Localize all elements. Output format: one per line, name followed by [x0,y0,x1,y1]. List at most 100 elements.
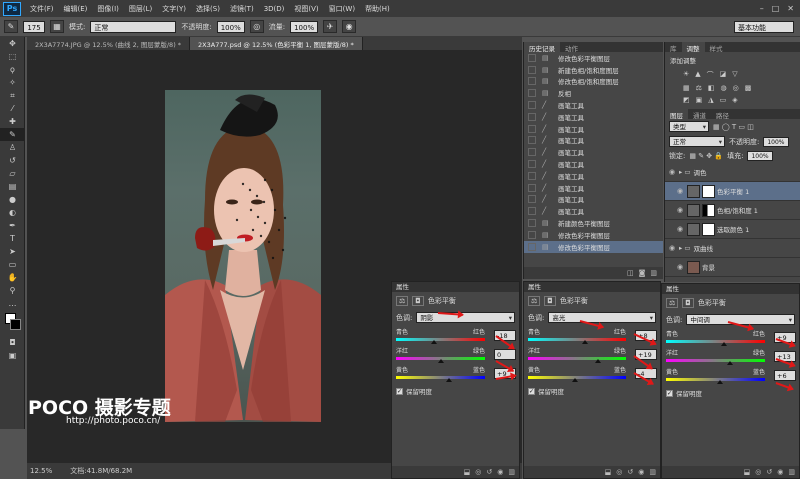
history-source-checkbox[interactable] [528,207,536,216]
visibility-eye-icon[interactable]: ◉ [665,244,679,252]
history-item[interactable]: ╱ 画笔工具 [524,170,663,182]
slider-track[interactable] [666,359,765,365]
lasso-tool-icon[interactable]: ϙ [0,63,25,76]
preserve-luminosity-checkbox[interactable]: ✓ [666,389,673,397]
history-source-checkbox[interactable] [528,183,536,192]
slider-track[interactable] [396,376,485,382]
visibility-eye-icon[interactable]: ◉ [673,225,687,233]
menu-help[interactable]: 帮助(H) [360,4,395,14]
color-balance-icon[interactable]: ⚖ [696,84,702,92]
tone-select[interactable]: 中间调 [686,314,795,326]
folder-icon[interactable]: ▸ ▭ [679,244,690,252]
history-item[interactable]: ╱ 画笔工具 [524,205,663,217]
menu-edit[interactable]: 编辑(E) [59,4,93,14]
photo-filter-icon[interactable]: ◍ [721,84,727,92]
vibrance-icon[interactable]: ▽ [732,70,737,80]
quick-mask-icon[interactable]: ◘ [0,336,25,349]
history-source-checkbox[interactable] [528,195,536,204]
history-source-checkbox[interactable] [528,77,536,86]
pressure-size-icon[interactable]: ◉ [342,20,357,33]
shape-tool-icon[interactable]: ▭ [0,258,25,271]
exposure-icon[interactable]: ◪ [720,70,727,80]
history-item[interactable]: ▤ 修改色彩平衡图层 [524,52,663,64]
marquee-tool-icon[interactable]: ⬚ [0,50,25,63]
view-previous-icon[interactable]: ◎ [755,468,761,476]
slider-thumb[interactable] [572,378,579,382]
tab-history[interactable]: 历史记录 [524,42,560,53]
filter-icons[interactable]: ▦ ◯ T ▭ ◫ [713,123,754,131]
dodge-tool-icon[interactable]: ◐ [0,206,25,219]
layer-row[interactable]: ◉ ▸ ▭ 双曲线 [665,239,800,258]
preserve-luminosity-checkbox[interactable]: ✓ [528,387,535,395]
close-button[interactable]: ✕ [787,4,794,13]
preserve-luminosity-checkbox[interactable]: ✓ [396,387,403,395]
history-item[interactable]: ▤ 修改色彩平衡图层 [524,240,663,253]
slider-track[interactable] [396,338,485,344]
history-item[interactable]: ╱ 画笔工具 [524,158,663,170]
visibility-icon[interactable]: ◉ [777,468,783,476]
trash-icon[interactable]: ▥ [788,468,795,476]
menu-image[interactable]: 图像(I) [92,4,124,14]
new-snapshot-icon[interactable]: ◫ [627,269,634,277]
workspace-select[interactable]: 基本功能 [734,20,794,33]
tab-channels[interactable]: 通道 [688,109,711,120]
layer-kind-select[interactable]: 类型 [669,121,709,133]
history-source-checkbox[interactable] [528,219,536,228]
slider-thumb[interactable] [446,378,453,382]
tab-document-1[interactable]: 2X3A7774.JPG @ 12.5% (曲线 2, 图层蒙版/8) * [27,37,191,50]
visibility-icon[interactable]: ◉ [638,468,644,476]
menu-window[interactable]: 窗口(W) [324,4,360,14]
reset-icon[interactable]: ↺ [627,468,633,476]
channel-mixer-icon[interactable]: ◎ [733,84,739,92]
brush-panel-icon[interactable]: ▦ [50,20,64,33]
maximize-button[interactable]: □ [772,4,780,13]
history-item[interactable]: ╱ 画笔工具 [524,182,663,194]
tab-adjustments[interactable]: 调整 [681,42,705,53]
canvas-photo[interactable] [165,90,321,422]
slider-thumb[interactable] [717,380,724,384]
path-select-tool-icon[interactable]: ➤ [0,245,25,258]
layer-opacity-input[interactable]: 100% [763,136,789,147]
menu-select[interactable]: 选择(S) [191,4,225,14]
history-source-checkbox[interactable] [528,89,536,98]
menu-type[interactable]: 文字(Y) [157,4,191,14]
layer-mask-thumbnail[interactable] [702,222,715,236]
trash-icon[interactable]: ▥ [508,468,515,476]
clip-icon[interactable]: ⬓ [464,468,471,476]
healing-tool-icon[interactable]: ✚ [0,115,25,128]
folder-icon[interactable]: ▸ ▭ [679,168,690,176]
blend-mode-select[interactable]: 正常 [669,136,725,148]
layer-mask-thumbnail[interactable] [702,184,715,198]
menu-file[interactable]: 文件(F) [25,4,59,14]
menu-view[interactable]: 视图(V) [289,4,323,14]
visibility-eye-icon[interactable]: ◉ [665,168,679,176]
history-source-checkbox[interactable] [528,160,536,169]
layer-row[interactable]: ◉ 背景 [665,258,800,277]
history-source-checkbox[interactable] [528,53,536,62]
zoom-tool-icon[interactable]: ⚲ [0,284,25,297]
airbrush-icon[interactable]: ✈ [323,20,338,33]
flow-input[interactable]: 100% [290,20,319,33]
clip-icon[interactable]: ⬓ [605,468,612,476]
more-tools-icon[interactable]: … [0,297,25,310]
history-item[interactable]: ╱ 画笔工具 [524,194,663,206]
slider-track[interactable] [666,340,765,346]
pen-tool-icon[interactable]: ✒ [0,219,25,232]
mask-icon[interactable]: ◘ [412,296,424,306]
tab-layers[interactable]: 图层 [665,109,688,120]
history-item[interactable]: ╱ 画笔工具 [524,146,663,158]
history-item[interactable]: ╱ 画笔工具 [524,99,663,111]
history-source-checkbox[interactable] [528,65,536,74]
slider-track[interactable] [666,378,765,384]
visibility-eye-icon[interactable]: ◉ [673,263,687,271]
history-source-checkbox[interactable] [528,136,536,145]
slider-value-input[interactable]: +6 [774,370,796,381]
brightness-icon[interactable]: ☀ [683,70,689,80]
lock-icons[interactable]: ▦ ✎ ✥ 🔒 [689,152,723,160]
camera-icon[interactable]: ◙ [639,269,646,277]
hue-sat-icon[interactable]: ▦ [683,84,690,92]
history-source-checkbox[interactable] [528,112,536,121]
menu-filter[interactable]: 滤镜(T) [225,4,259,14]
history-item[interactable]: ▤ 修改色彩平衡图层 [524,229,663,241]
visibility-eye-icon[interactable]: ◉ [673,187,687,195]
